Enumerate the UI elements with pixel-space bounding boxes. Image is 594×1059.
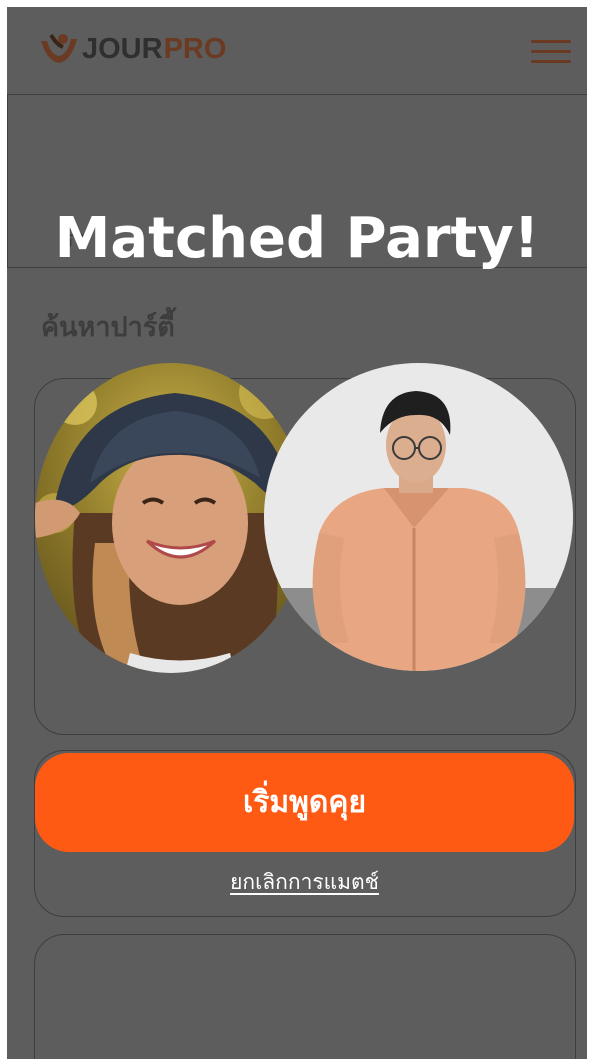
- matched-user-avatar-right: [264, 363, 573, 671]
- logo-text-pro: PRO: [163, 33, 227, 65]
- party-card: [34, 934, 576, 1059]
- cancel-match-link[interactable]: ยกเลิกการแมตช์: [0, 866, 594, 899]
- jourpro-logo[interactable]: JOUR PRO: [37, 31, 226, 67]
- matched-party-title: Matched Party!: [54, 206, 540, 271]
- logo-mark-icon: [41, 33, 77, 63]
- hamburger-menu-icon[interactable]: [531, 38, 571, 66]
- logo-text-jour: JOUR: [82, 33, 163, 65]
- start-chat-button[interactable]: เริ่มพูดคุย: [35, 753, 574, 852]
- top-navigation-bar: JOUR PRO: [7, 7, 587, 95]
- search-party-heading: ค้นหาปาร์ตี้: [41, 312, 175, 343]
